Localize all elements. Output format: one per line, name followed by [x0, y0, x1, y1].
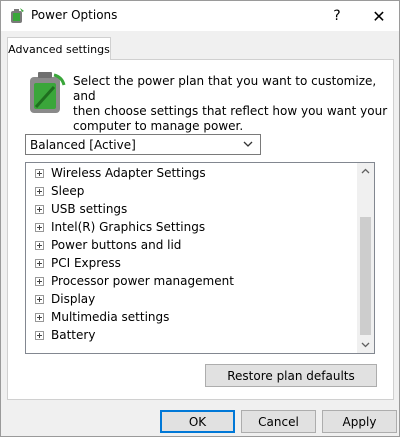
tree-item[interactable]: PCI Express — [26, 254, 358, 272]
intro-line-3: computer to manage power. — [73, 119, 244, 133]
ok-button[interactable]: OK — [160, 410, 235, 433]
expand-icon[interactable] — [35, 276, 44, 286]
power-plan-dropdown[interactable]: Balanced [Active] — [25, 134, 261, 155]
tree-item[interactable]: Processor power management — [26, 272, 358, 290]
tree-item[interactable]: Display — [26, 290, 358, 308]
window-title: Power Options — [31, 8, 118, 22]
tree-item-label: USB settings — [51, 202, 128, 216]
tree-item[interactable]: Power buttons and lid — [26, 236, 358, 254]
expand-icon[interactable] — [35, 330, 44, 340]
expand-icon[interactable] — [35, 168, 44, 178]
help-button[interactable]: ? — [319, 1, 355, 31]
apply-button[interactable]: Apply — [322, 410, 397, 433]
tree-item-label: Intel(R) Graphics Settings — [51, 220, 206, 234]
expand-icon[interactable] — [35, 312, 44, 322]
tree-item-label: Sleep — [51, 184, 85, 198]
expand-icon[interactable] — [35, 258, 44, 268]
chevron-down-icon — [243, 141, 253, 147]
cancel-button[interactable]: Cancel — [241, 410, 316, 433]
restore-plan-defaults-button[interactable]: Restore plan defaults — [205, 364, 377, 387]
intro-line-2: then choose settings that reflect how yo… — [73, 104, 388, 118]
tree-item[interactable]: Sleep — [26, 182, 358, 200]
expand-icon[interactable] — [35, 240, 44, 250]
tree-item-label: PCI Express — [51, 256, 121, 270]
expand-icon[interactable] — [35, 294, 44, 304]
close-button[interactable]: ✕ — [361, 1, 397, 31]
tree-item[interactable]: Intel(R) Graphics Settings — [26, 218, 358, 236]
expand-icon[interactable] — [35, 222, 44, 232]
tree-item-label: Wireless Adapter Settings — [51, 166, 206, 180]
power-options-icon — [11, 8, 24, 23]
settings-tree[interactable]: Wireless Adapter Settings Sleep USB sett… — [25, 162, 375, 354]
battery-power-icon — [30, 72, 66, 113]
scrollbar-thumb[interactable] — [360, 217, 371, 335]
scroll-down-icon[interactable] — [357, 336, 374, 353]
tree-scrollbar[interactable] — [357, 163, 374, 353]
expand-icon[interactable] — [35, 186, 44, 196]
tree-item-label: Power buttons and lid — [51, 238, 182, 252]
tree-item[interactable]: Battery — [26, 326, 358, 344]
tree-item[interactable]: Wireless Adapter Settings — [26, 164, 358, 182]
tree-item-label: Display — [51, 292, 96, 306]
title-bar[interactable]: Power Options ? ✕ — [1, 1, 399, 31]
tree-item[interactable]: USB settings — [26, 200, 358, 218]
intro-text: Select the power plan that you want to c… — [73, 74, 393, 134]
tree-item[interactable]: Multimedia settings — [26, 308, 358, 326]
power-options-window: Power Options ? ✕ Advanced settings Sele… — [0, 0, 400, 437]
power-plan-value: Balanced [Active] — [30, 138, 136, 152]
tree-item-label: Battery — [51, 328, 96, 342]
intro-line-1: Select the power plan that you want to c… — [73, 74, 377, 103]
tree-item-label: Processor power management — [51, 274, 234, 288]
tab-advanced-settings[interactable]: Advanced settings — [7, 37, 111, 60]
expand-icon[interactable] — [35, 204, 44, 214]
tree-item-label: Multimedia settings — [51, 310, 170, 324]
scroll-up-icon[interactable] — [357, 163, 374, 180]
